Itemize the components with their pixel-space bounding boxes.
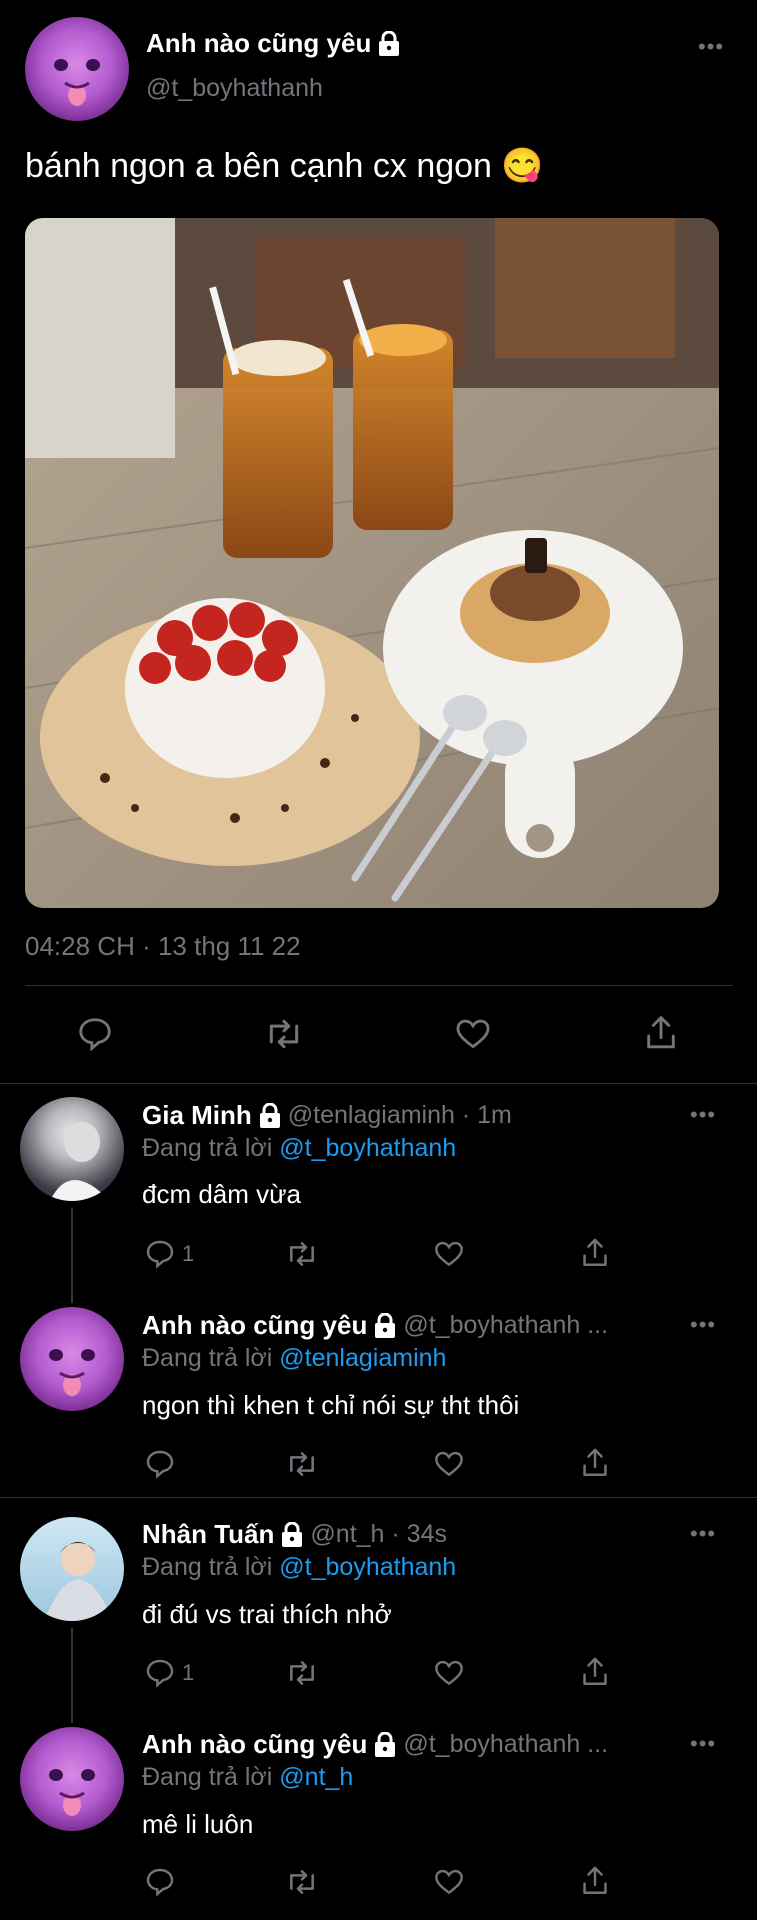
like-icon[interactable] (432, 1866, 466, 1898)
display-name[interactable]: Anh nào cũng yêu (142, 1310, 367, 1341)
more-options-icon[interactable]: ••• (690, 1312, 716, 1338)
share-icon[interactable] (579, 1236, 611, 1270)
share-icon[interactable] (579, 1446, 611, 1480)
replying-to-link[interactable]: @t_boyhathanh (279, 1553, 456, 1581)
user-handle[interactable]: @t_boyhathanh ... (403, 1311, 608, 1340)
replying-to-line: Đang trả lời @tenlagiaminh (142, 1344, 446, 1373)
share-icon[interactable] (579, 1864, 611, 1898)
more-options-icon[interactable]: ••• (698, 34, 724, 60)
lock-icon (377, 30, 401, 57)
reply-icon[interactable] (144, 1448, 176, 1480)
replying-to-line: Đang trả lời @t_boyhathanh (142, 1553, 456, 1582)
thread-line (71, 1628, 73, 1723)
more-options-icon[interactable]: ••• (690, 1521, 716, 1547)
user-handle[interactable]: @tenlagiaminh · 1m (288, 1101, 512, 1130)
divider (0, 1497, 757, 1498)
display-name[interactable]: Nhân Tuấn (142, 1519, 274, 1550)
tweet-photo[interactable] (25, 218, 719, 908)
like-icon[interactable] (453, 1015, 493, 1053)
cafe-food-photo (25, 218, 719, 908)
divider (0, 1083, 757, 1084)
reply-count: 1 (182, 1660, 195, 1685)
more-options-icon[interactable]: ••• (690, 1731, 716, 1757)
retweet-icon[interactable] (263, 1015, 305, 1053)
replying-label: Đang trả lời (142, 1553, 273, 1581)
lock-icon (373, 1312, 397, 1339)
retweet-icon[interactable] (284, 1657, 320, 1689)
replying-to-line: Đang trả lời @nt_h (142, 1763, 353, 1792)
retweet-icon[interactable] (284, 1866, 320, 1898)
avatar[interactable] (20, 1307, 124, 1411)
reply-icon[interactable]: 1 (144, 1238, 194, 1270)
reply-count: 1 (182, 1241, 195, 1266)
reply-header: Nhân Tuấn @nt_h · 34s (142, 1519, 447, 1550)
user-handle[interactable]: @t_boyhathanh ... (403, 1730, 608, 1759)
reply-text: mê li luôn (142, 1809, 254, 1839)
reply-text: đcm dâm vừa (142, 1179, 302, 1209)
replying-to-link[interactable]: @nt_h (279, 1763, 353, 1791)
lock-icon (373, 1731, 397, 1758)
user-handle[interactable]: @nt_h · 34s (310, 1520, 447, 1549)
reply-icon[interactable]: 1 (144, 1657, 194, 1689)
replying-to-link[interactable]: @tenlagiaminh (279, 1344, 446, 1372)
replying-label: Đang trả lời (142, 1134, 273, 1162)
reply-text: ngon thì khen t chỉ nói sự tht thôi (142, 1390, 520, 1420)
like-icon[interactable] (432, 1448, 466, 1480)
avatar[interactable] (25, 17, 129, 121)
tweet-timestamp[interactable]: 04:28 CH · 13 thg 11 22 (25, 931, 301, 962)
avatar[interactable] (20, 1097, 124, 1201)
like-icon[interactable] (432, 1238, 466, 1270)
thread-line (71, 1208, 73, 1303)
display-name[interactable]: Anh nào cũng yêu (146, 28, 371, 59)
avatar[interactable] (20, 1727, 124, 1831)
reply-icon[interactable] (76, 1015, 114, 1053)
lock-icon (258, 1102, 282, 1129)
display-name[interactable]: Anh nào cũng yêu (142, 1729, 367, 1760)
reply-icon[interactable] (144, 1866, 176, 1898)
replying-to-link[interactable]: @t_boyhathanh (279, 1134, 456, 1162)
display-name[interactable]: Gia Minh (142, 1100, 252, 1131)
retweet-icon[interactable] (284, 1448, 320, 1480)
lock-icon (280, 1521, 304, 1548)
reply-text: đi đú vs trai thích nhở (142, 1599, 392, 1629)
reply-header: Anh nào cũng yêu @t_boyhathanh ... (142, 1729, 608, 1760)
reply-header: Gia Minh @tenlagiaminh · 1m (142, 1100, 512, 1131)
reply-header: Anh nào cũng yêu @t_boyhathanh ... (142, 1310, 608, 1341)
divider (25, 985, 733, 986)
user-handle[interactable]: @t_boyhathanh (146, 74, 323, 103)
user-name-row: Anh nào cũng yêu (146, 28, 401, 59)
retweet-icon[interactable] (284, 1238, 320, 1270)
share-icon[interactable] (642, 1013, 680, 1053)
replying-label: Đang trả lời (142, 1344, 273, 1372)
replying-label: Đang trả lời (142, 1763, 273, 1791)
share-icon[interactable] (579, 1655, 611, 1689)
tweet-text: bánh ngon a bên cạnh cx ngon 😋 (25, 147, 544, 185)
like-icon[interactable] (432, 1657, 466, 1689)
replying-to-line: Đang trả lời @t_boyhathanh (142, 1134, 456, 1163)
more-options-icon[interactable]: ••• (690, 1102, 716, 1128)
avatar[interactable] (20, 1517, 124, 1621)
